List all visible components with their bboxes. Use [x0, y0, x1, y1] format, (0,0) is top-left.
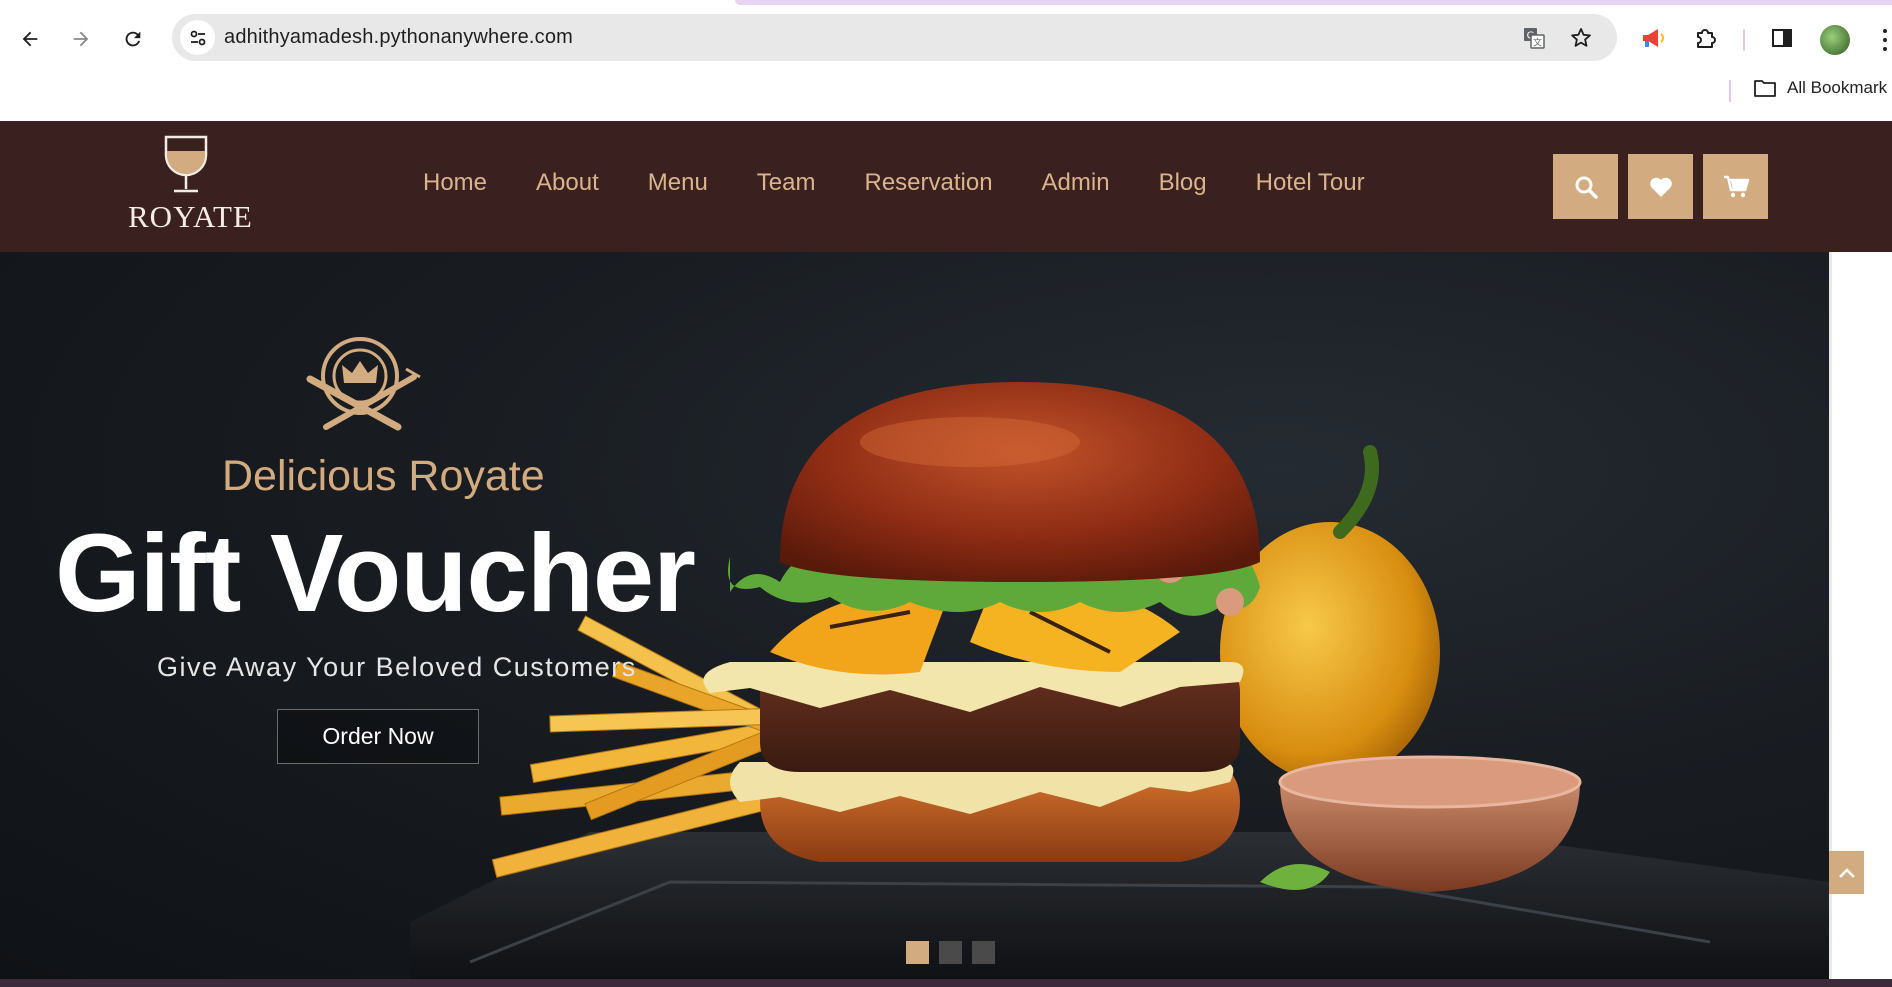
url-text[interactable]: adhithyamadesh.pythonanywhere.com	[224, 26, 573, 49]
side-panel-button[interactable]	[1767, 23, 1797, 53]
nav-menu[interactable]: Menu	[648, 169, 708, 197]
search-button[interactable]	[1553, 154, 1618, 219]
reload-button[interactable]	[117, 23, 149, 55]
site-info-icon	[190, 30, 205, 45]
carousel-dot-3[interactable]	[972, 941, 995, 964]
main-nav: Home About Menu Team Reservation Admin B…	[423, 169, 1414, 197]
address-bar[interactable]: adhithyamadesh.pythonanywhere.com G 文	[172, 14, 1617, 61]
reload-icon	[125, 31, 141, 47]
cart-button[interactable]	[1703, 154, 1768, 219]
nav-admin[interactable]: Admin	[1042, 169, 1110, 197]
svg-text:文: 文	[1533, 37, 1542, 49]
all-bookmarks-label: All Bookmark	[1787, 78, 1888, 97]
nav-reservation[interactable]: Reservation	[864, 169, 992, 197]
browser-menu-button[interactable]	[1878, 25, 1892, 55]
heart-icon	[1649, 177, 1672, 197]
back-to-top-button[interactable]	[1829, 851, 1864, 894]
profile-avatar[interactable]	[1820, 25, 1850, 55]
cart-icon	[1723, 175, 1749, 197]
taskbar-edge	[0, 979, 1892, 987]
back-button[interactable]	[14, 23, 46, 55]
brand-name: ROYATE	[128, 199, 253, 234]
nav-blog[interactable]: Blog	[1159, 169, 1207, 197]
extensions-icon	[1697, 29, 1716, 48]
star-icon	[1571, 28, 1591, 47]
chevron-up-icon	[1838, 867, 1855, 878]
bookmarks-bar: All Bookmark	[0, 72, 1892, 121]
forward-arrow-icon	[73, 31, 89, 47]
carousel-dot-2[interactable]	[939, 941, 962, 964]
nav-team[interactable]: Team	[757, 169, 816, 197]
carousel-dot-1[interactable]	[906, 941, 929, 964]
all-bookmarks-button[interactable]: All Bookmark	[1753, 78, 1887, 98]
search-icon	[1575, 176, 1598, 199]
nav-about[interactable]: About	[536, 169, 599, 197]
hero-subline: Give Away Your Beloved Customers	[157, 652, 637, 682]
nav-hotel-tour[interactable]: Hotel Tour	[1256, 169, 1365, 197]
order-now-button[interactable]: Order Now	[277, 709, 479, 764]
extension-megaphone-button[interactable]	[1638, 23, 1668, 53]
wishlist-button[interactable]	[1628, 154, 1693, 219]
bookmarks-divider	[1729, 80, 1731, 102]
hero-headline: Gift Voucher	[55, 512, 696, 635]
nav-home[interactable]: Home	[423, 169, 487, 197]
hero-slider: Delicious Royate Gift Voucher Give Away …	[0, 252, 1829, 979]
site-info-button[interactable]	[180, 20, 215, 55]
brand-logo[interactable]: ROYATE	[128, 133, 253, 243]
extensions-button[interactable]	[1691, 23, 1721, 53]
crown-cutlery-emblem	[306, 337, 421, 431]
site-header: ROYATE Home About Menu Team Reservation …	[0, 121, 1892, 252]
translate-icon: G 文	[1524, 28, 1545, 49]
back-arrow-icon	[22, 31, 38, 47]
toolbar-divider	[1743, 29, 1745, 51]
browser-toolbar: adhithyamadesh.pythonanywhere.com G 文	[0, 5, 1892, 72]
translate-button[interactable]: G 文	[1521, 25, 1547, 51]
forward-button[interactable]	[65, 23, 97, 55]
folder-icon	[1754, 80, 1776, 97]
side-panel-icon	[1772, 29, 1792, 47]
megaphone-icon	[1643, 29, 1664, 47]
hero-kicker: Delicious Royate	[222, 452, 545, 500]
carousel-dots	[906, 941, 995, 964]
wine-glass-icon	[164, 135, 208, 193]
bookmark-star-button[interactable]	[1568, 25, 1594, 51]
